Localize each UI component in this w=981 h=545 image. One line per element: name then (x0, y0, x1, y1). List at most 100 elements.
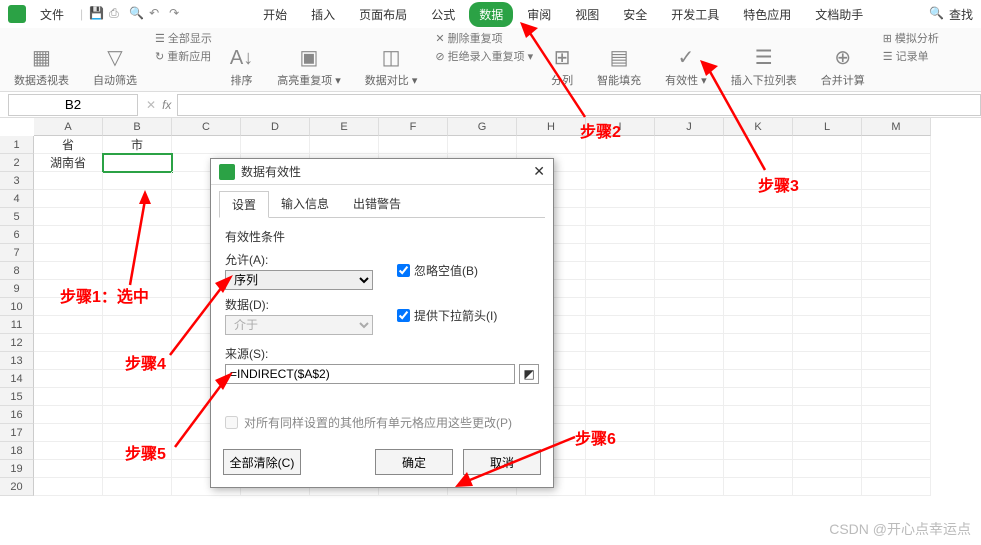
cell[interactable] (724, 172, 793, 190)
cell[interactable] (103, 406, 172, 424)
cell[interactable] (34, 298, 103, 316)
cell[interactable] (34, 262, 103, 280)
cell[interactable] (103, 262, 172, 280)
cell[interactable] (586, 280, 655, 298)
row-header[interactable]: 12 (0, 334, 34, 352)
tab-security[interactable]: 安全 (613, 2, 657, 27)
cell[interactable] (34, 478, 103, 496)
cell[interactable] (34, 352, 103, 370)
cell[interactable] (34, 316, 103, 334)
cell[interactable] (34, 208, 103, 226)
cell[interactable] (586, 388, 655, 406)
cell[interactable] (655, 460, 724, 478)
redo-icon[interactable]: ↷ (169, 6, 185, 22)
cell[interactable] (586, 424, 655, 442)
cell[interactable] (724, 298, 793, 316)
cell[interactable] (862, 298, 931, 316)
cell[interactable] (103, 226, 172, 244)
cell[interactable] (586, 352, 655, 370)
cell[interactable] (34, 226, 103, 244)
cell[interactable] (862, 190, 931, 208)
cell[interactable] (862, 460, 931, 478)
cell[interactable] (724, 352, 793, 370)
cell[interactable] (655, 262, 724, 280)
cell[interactable] (103, 316, 172, 334)
cell[interactable] (586, 262, 655, 280)
file-menu[interactable]: 文件 (30, 2, 74, 27)
search-label[interactable]: 查找 (949, 6, 973, 23)
row-header[interactable]: 6 (0, 226, 34, 244)
cell[interactable] (586, 370, 655, 388)
cell[interactable] (724, 406, 793, 424)
cell[interactable] (655, 334, 724, 352)
validation-button[interactable]: ✓有效性 ▾ (659, 30, 713, 90)
cell[interactable] (379, 136, 448, 154)
cell[interactable] (724, 370, 793, 388)
cell[interactable] (793, 316, 862, 334)
cell[interactable] (724, 154, 793, 172)
cell[interactable] (793, 298, 862, 316)
cell[interactable] (103, 208, 172, 226)
tab-devtools[interactable]: 开发工具 (661, 2, 729, 27)
col-header[interactable]: B (103, 118, 172, 136)
cell[interactable] (34, 388, 103, 406)
cell[interactable] (793, 172, 862, 190)
cell[interactable] (793, 136, 862, 154)
name-box[interactable] (8, 94, 138, 116)
insert-dropdown-button[interactable]: ☰插入下拉列表 (725, 30, 803, 90)
cell[interactable] (34, 460, 103, 478)
cell[interactable] (517, 136, 586, 154)
cell[interactable] (103, 334, 172, 352)
col-header[interactable]: H (517, 118, 586, 136)
cell[interactable] (724, 334, 793, 352)
cell[interactable] (34, 280, 103, 298)
cell[interactable] (586, 298, 655, 316)
tab-dochelper[interactable]: 文档助手 (805, 2, 873, 27)
cell[interactable] (586, 406, 655, 424)
cell[interactable] (862, 352, 931, 370)
cell[interactable] (586, 226, 655, 244)
cell[interactable] (862, 424, 931, 442)
cell[interactable] (862, 172, 931, 190)
range-picker-icon[interactable]: ◩ (519, 364, 539, 384)
delete-dup-button[interactable]: ✕ 删除重复项 (435, 30, 533, 46)
cell[interactable] (793, 406, 862, 424)
cell[interactable] (655, 280, 724, 298)
cell[interactable] (655, 190, 724, 208)
cell[interactable] (862, 478, 931, 496)
cell[interactable] (862, 388, 931, 406)
cell[interactable] (724, 316, 793, 334)
clear-all-button[interactable]: 全部清除(C) (223, 449, 301, 475)
row-header[interactable]: 4 (0, 190, 34, 208)
tab-featured[interactable]: 特色应用 (733, 2, 801, 27)
cell[interactable]: 省 (34, 136, 103, 154)
row-header[interactable]: 17 (0, 424, 34, 442)
cell[interactable] (655, 370, 724, 388)
cell[interactable] (862, 262, 931, 280)
row-header[interactable]: 2 (0, 154, 34, 172)
fx-icon[interactable]: fx (162, 98, 171, 112)
highlight-dup-button[interactable]: ▣高亮重复项 ▾ (271, 30, 347, 90)
cell[interactable] (34, 172, 103, 190)
flash-fill-button[interactable]: ▤智能填充 (591, 30, 647, 90)
formula-bar[interactable] (177, 94, 981, 116)
cell[interactable] (862, 406, 931, 424)
cell[interactable] (586, 190, 655, 208)
cell[interactable] (724, 136, 793, 154)
cell[interactable] (793, 154, 862, 172)
row-header[interactable]: 14 (0, 370, 34, 388)
cell[interactable] (103, 388, 172, 406)
cell[interactable] (103, 280, 172, 298)
cell[interactable] (724, 442, 793, 460)
cell[interactable] (103, 352, 172, 370)
tab-error-alert[interactable]: 出错警告 (341, 191, 413, 217)
preview-icon[interactable]: 🔍 (129, 6, 145, 22)
cell[interactable] (724, 424, 793, 442)
row-header[interactable]: 7 (0, 244, 34, 262)
cell[interactable] (793, 352, 862, 370)
cancel-button[interactable]: 取消 (463, 449, 541, 475)
cell[interactable] (862, 334, 931, 352)
cell[interactable] (655, 478, 724, 496)
record-button[interactable]: ☰ 记录单 (883, 48, 939, 64)
row-header[interactable]: 8 (0, 262, 34, 280)
